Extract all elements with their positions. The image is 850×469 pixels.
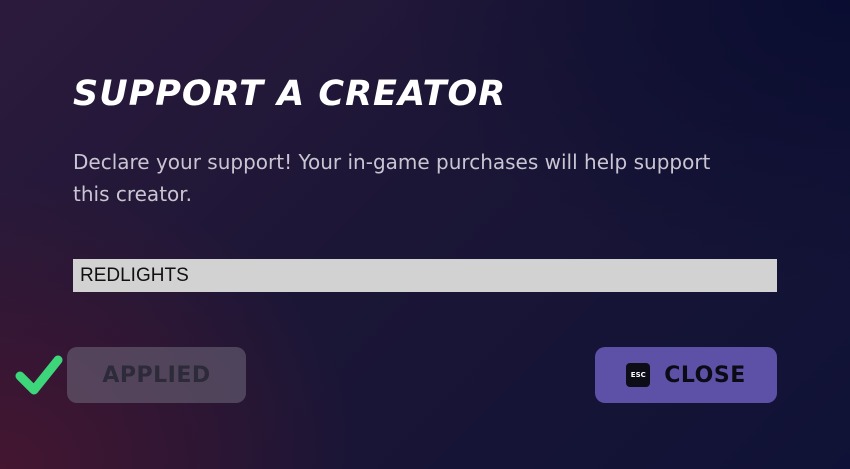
creator-code-input[interactable]: [73, 259, 777, 292]
close-button[interactable]: ESC CLOSE: [595, 347, 777, 403]
applied-button[interactable]: APPLIED: [67, 347, 246, 403]
close-button-label: CLOSE: [664, 362, 746, 388]
applied-button-label: APPLIED: [102, 362, 211, 388]
check-icon: [15, 355, 63, 395]
dialog-description: Declare your support! Your in-game purch…: [73, 150, 711, 206]
esc-key-icon: ESC: [626, 363, 651, 387]
dialog-title: SUPPORT A CREATOR: [73, 74, 507, 114]
